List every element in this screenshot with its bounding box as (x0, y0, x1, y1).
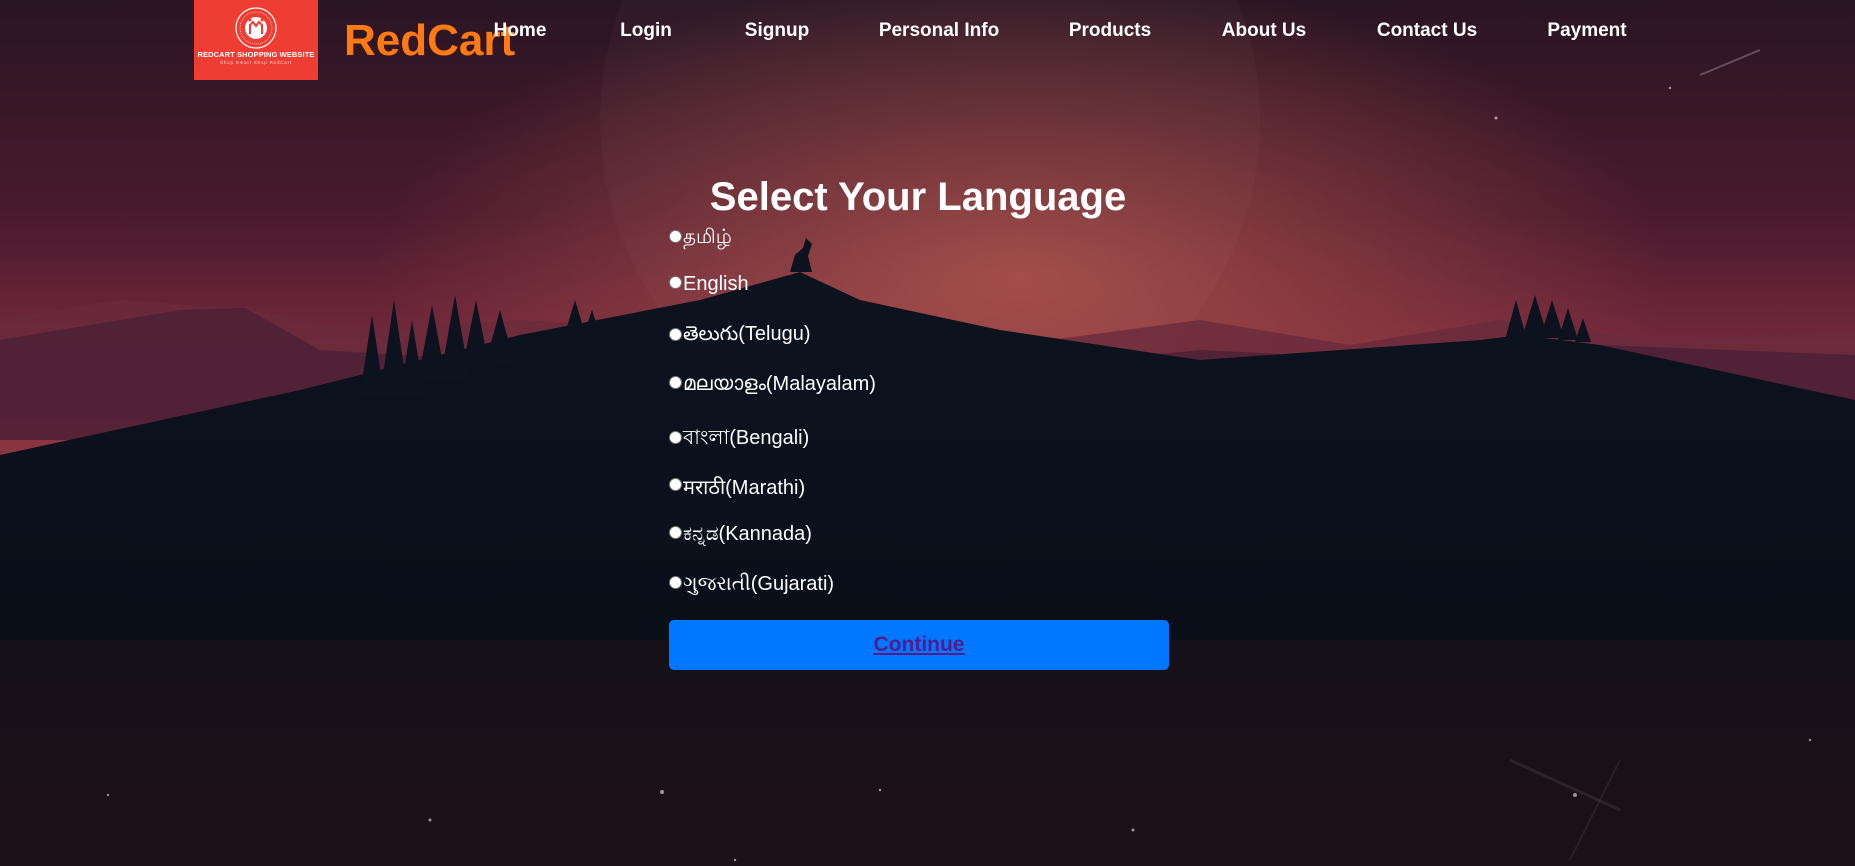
language-label: ગુજરાતી(Gujarati) (683, 573, 835, 595)
shopping-family-emblem-icon (235, 7, 277, 49)
nav-home[interactable]: Home (494, 20, 547, 42)
nav-login[interactable]: Login (620, 20, 672, 42)
language-label: ಕನ್ನಡ(Kannada) (683, 523, 812, 545)
continue-link[interactable]: Continue (874, 633, 965, 657)
continue-button[interactable]: Continue (669, 620, 1169, 670)
brand-name: RedCart (344, 16, 516, 65)
nav-signup[interactable]: Signup (745, 20, 809, 42)
language-option-english[interactable]: English (669, 273, 749, 296)
radio-button[interactable] (669, 328, 682, 341)
language-option-gujarati[interactable]: ગુજરાતી(Gujarati) (669, 573, 834, 596)
radio-button[interactable] (669, 376, 682, 389)
radio-button[interactable] (669, 276, 682, 289)
language-label: తెలుగు(Telugu) (683, 323, 811, 345)
nav-about-us[interactable]: About Us (1222, 20, 1306, 42)
radio-button[interactable] (669, 526, 682, 539)
language-option-malayalam[interactable]: മലയാളം(Malayalam) (669, 373, 876, 396)
language-option-marathi[interactable]: मराठी(Marathi) (669, 473, 805, 500)
radio-button[interactable] (669, 576, 682, 589)
language-label: മലയാളം(Malayalam) (683, 373, 876, 395)
nav-personal-info[interactable]: Personal Info (879, 20, 999, 42)
language-label: English (683, 273, 749, 295)
radio-button[interactable] (669, 431, 682, 444)
radio-button[interactable] (669, 478, 682, 491)
language-option-kannada[interactable]: ಕನ್ನಡ(Kannada) (669, 523, 812, 546)
language-option-bengali[interactable]: বাংলা(Bengali) (669, 423, 809, 456)
nav-payment[interactable]: Payment (1547, 20, 1626, 42)
radio-button[interactable] (669, 230, 682, 243)
mountain-night-background (0, 0, 1855, 866)
language-option-tamil[interactable]: தமிழ் (669, 226, 732, 251)
language-label: मराठी(Marathi) (683, 477, 806, 499)
logo-caption: REDCART SHOPPING WEBSITE (197, 50, 315, 59)
language-option-telugu[interactable]: తెలుగు(Telugu) (669, 323, 811, 350)
logo[interactable]: REDCART SHOPPING WEBSITE Shop Smart Shop… (194, 0, 318, 80)
nav-contact-us[interactable]: Contact Us (1377, 20, 1477, 42)
page-title: Select Your Language (709, 175, 1127, 219)
language-label: বাংলা(Bengali) (683, 427, 810, 449)
nav-products[interactable]: Products (1069, 20, 1151, 42)
logo-tagline: Shop Smart Shop RedCart (220, 60, 292, 65)
language-label: தமிழ் (683, 226, 732, 248)
